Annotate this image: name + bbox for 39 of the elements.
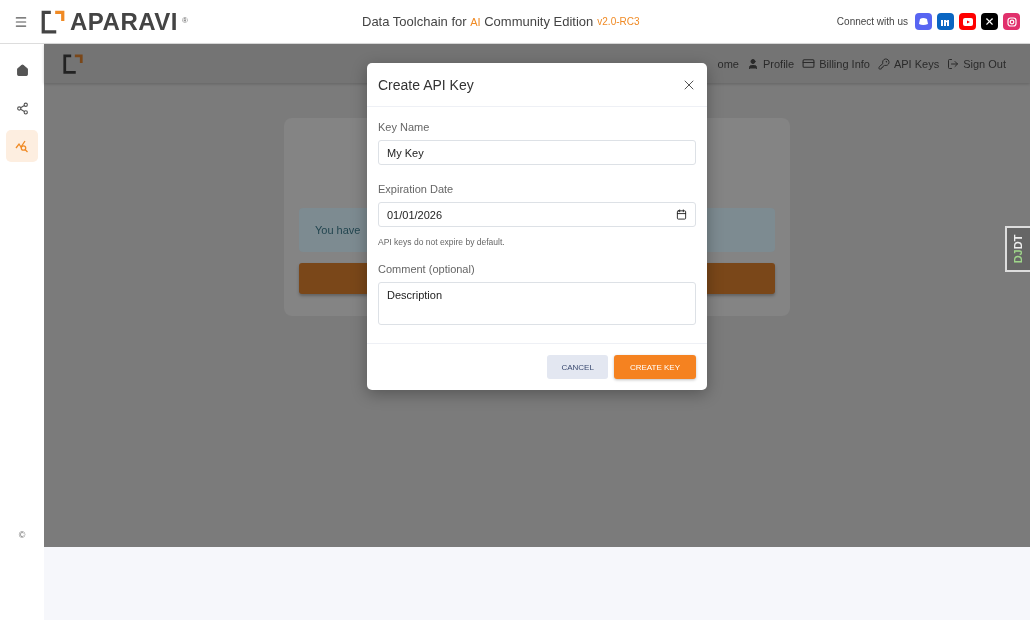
comment-field[interactable]: Description bbox=[378, 282, 696, 325]
discord-icon bbox=[918, 17, 929, 26]
copyright-mark: © bbox=[18, 530, 26, 540]
credit-card-icon bbox=[802, 57, 816, 70]
sign-out-icon bbox=[947, 57, 960, 70]
share-icon bbox=[15, 101, 29, 115]
create-button[interactable]: CREATE KEY bbox=[613, 355, 696, 379]
youtube-icon bbox=[962, 17, 973, 26]
cancel-button[interactable]: CANCEL bbox=[547, 355, 608, 379]
help-text: API keys do not expire by default. bbox=[378, 237, 506, 247]
input-field[interactable]: My Key bbox=[378, 140, 696, 165]
brand-name: APARAVI bbox=[70, 7, 178, 36]
registered-mark: ® bbox=[181, 15, 188, 25]
x-icon bbox=[984, 16, 995, 27]
linkedin-icon bbox=[941, 17, 950, 26]
nav-link[interactable]: Billing Info bbox=[802, 57, 870, 70]
field-label: Expiration Date bbox=[378, 183, 455, 195]
debug-toolbar-handle[interactable]: DJDT bbox=[1005, 226, 1030, 272]
user-icon bbox=[747, 57, 759, 70]
app-title: Data Toolchain for AI Community Edition bbox=[362, 14, 594, 29]
nav-link[interactable]: ome bbox=[717, 57, 739, 70]
dialog-title: Create API Key bbox=[378, 76, 474, 93]
social-link[interactable] bbox=[981, 13, 998, 30]
date-field[interactable]: 01/01/2026 bbox=[378, 202, 696, 227]
nav-link[interactable]: API Keys bbox=[877, 57, 940, 70]
field-label: Comment (optional) bbox=[378, 263, 476, 275]
calendar-icon[interactable] bbox=[676, 209, 687, 220]
field-label: Key Name bbox=[378, 121, 431, 133]
nav-link[interactable]: Profile bbox=[747, 57, 795, 70]
menu-icon[interactable] bbox=[14, 14, 28, 29]
nav-link[interactable]: Sign Out bbox=[947, 57, 1006, 70]
key-icon bbox=[877, 57, 890, 70]
connect-label: Connect with us bbox=[836, 16, 908, 27]
chart-search-icon bbox=[15, 139, 29, 153]
logo-icon bbox=[40, 8, 66, 35]
logo-icon bbox=[62, 52, 84, 75]
home-icon bbox=[15, 63, 29, 77]
version-label: v2.0-RC3 bbox=[597, 16, 640, 27]
instagram-icon bbox=[1006, 16, 1017, 27]
